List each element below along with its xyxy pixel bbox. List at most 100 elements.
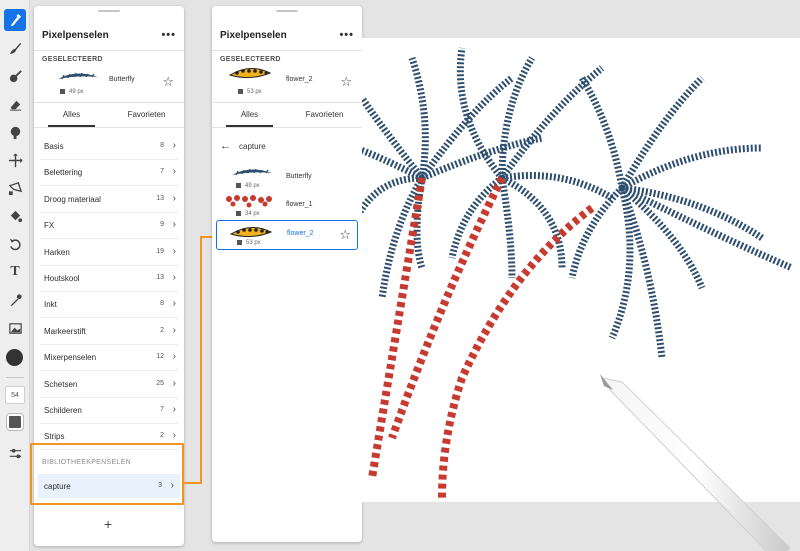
chevron-right-icon: › (172, 351, 176, 363)
color-circle[interactable] (6, 349, 23, 366)
favorite-star-icon[interactable]: ☆ (339, 227, 351, 243)
category-item[interactable]: Markeerstift 2 › (40, 319, 178, 345)
category-item[interactable]: Inkt 8 › (40, 292, 178, 319)
butterfly-brush-preview (58, 72, 98, 80)
palm-tree-artwork (362, 47, 794, 499)
fill-icon[interactable] (4, 205, 26, 227)
brush-name: flower_1 (286, 201, 313, 208)
tab-alles[interactable]: Alles (212, 103, 287, 127)
paint-brush-icon[interactable] (4, 37, 26, 59)
divider (34, 50, 184, 51)
lasso-icon[interactable] (4, 177, 26, 199)
chevron-right-icon: › (172, 140, 176, 151)
selected-brush-size: 53 px (238, 89, 262, 95)
category-label: Schetsen (44, 379, 78, 389)
category-item[interactable]: Droog materiaal 13 › (40, 187, 178, 213)
more-options-icon[interactable]: ••• (339, 29, 354, 41)
smudge-icon[interactable] (4, 121, 26, 143)
selected-brush-name: flower_2 (286, 76, 313, 83)
chevron-right-icon: › (172, 245, 176, 257)
selected-brush-size: 49 px (60, 89, 84, 95)
brush-size-field[interactable]: 54 (5, 386, 25, 404)
panel-grip[interactable] (98, 10, 120, 12)
text-icon[interactable]: T (4, 261, 26, 283)
chevron-right-icon: › (172, 298, 176, 310)
tab-alles[interactable]: Alles (34, 103, 109, 127)
category-label: Mixerpenselen (44, 353, 97, 363)
brush-item-flower1[interactable]: flower_1 34 px (216, 192, 358, 220)
library-highlight-box (30, 443, 184, 505)
add-brush-icon[interactable]: + (104, 516, 112, 532)
category-title: capture (239, 141, 266, 151)
butterfly-brush-preview (232, 168, 272, 176)
category-count: 2 (160, 326, 164, 334)
brush-size: 34 px (236, 211, 260, 217)
category-count: 13 (156, 194, 164, 202)
category-label: Belettering (44, 168, 83, 178)
selected-brush[interactable]: 53 px flower_2 ☆ (212, 58, 362, 98)
category-label: Droog materiaal (44, 194, 101, 204)
category-item[interactable]: Houtskool 13 › (40, 266, 178, 292)
blend-icon[interactable] (4, 65, 26, 87)
image-icon[interactable] (4, 317, 26, 339)
brush-settings-icon[interactable] (4, 442, 26, 464)
flower2-brush-preview (229, 227, 273, 238)
panel-title: Pixelpenselen (42, 29, 109, 41)
divider (34, 127, 184, 128)
back-to-category[interactable]: ← capture (220, 139, 266, 153)
category-item[interactable]: Harken 19 › (40, 240, 178, 266)
category-item[interactable]: FX 9 › (40, 213, 178, 240)
brush-panel-library: Pixelpenselen ••• GESELECTEERD 53 px flo… (212, 6, 362, 542)
selected-brush[interactable]: 49 px Butterfly ☆ (34, 58, 184, 98)
category-count: 8 (160, 142, 164, 149)
chevron-right-icon: › (172, 219, 176, 231)
arrow-left-icon: ← (220, 140, 231, 152)
category-count: 9 (160, 221, 164, 229)
category-count: 13 (156, 274, 164, 281)
category-label: Basis (44, 142, 64, 151)
move-icon[interactable] (4, 149, 26, 171)
chevron-right-icon: › (172, 192, 176, 204)
category-count: 25 (156, 379, 164, 387)
category-label: Inkt (44, 300, 57, 310)
category-item[interactable]: Mixerpenselen 12 › (40, 345, 178, 372)
brush-active-icon[interactable] (4, 9, 26, 31)
favorite-star-icon[interactable]: ☆ (340, 74, 352, 90)
brush-tabs: Alles Favorieten (34, 103, 184, 127)
selected-brush-name: Butterfly (109, 76, 135, 83)
panel-header: Pixelpenselen ••• (220, 26, 354, 44)
drawing-canvas[interactable] (362, 38, 800, 502)
tab-favorieten[interactable]: Favorieten (287, 103, 362, 127)
brush-item-butterfly[interactable]: Butterfly 49 px (216, 164, 358, 192)
category-label: Schilderen (44, 406, 82, 415)
chevron-right-icon: › (172, 377, 176, 389)
color-swatch[interactable] (7, 414, 23, 430)
flower2-brush-preview (228, 68, 272, 79)
divider (212, 50, 362, 51)
tab-favorieten[interactable]: Favorieten (109, 103, 184, 127)
category-count: 8 (160, 300, 164, 308)
category-count: 7 (160, 168, 164, 176)
panel-title: Pixelpenselen (220, 29, 287, 41)
undo-history-icon[interactable] (4, 233, 26, 255)
brush-item-flower2[interactable]: flower_2 53 px ☆ (216, 220, 358, 250)
brush-size: 49 px (236, 183, 260, 189)
brush-size: 53 px (237, 240, 261, 246)
category-item[interactable]: Belettering 7 › (40, 160, 178, 187)
category-count: 19 (156, 247, 164, 255)
eyedropper-icon[interactable] (4, 289, 26, 311)
chevron-right-icon: › (172, 272, 176, 283)
category-label: FX (44, 221, 55, 231)
brush-tabs: Alles Favorieten (212, 103, 362, 127)
eraser-icon[interactable] (4, 93, 26, 115)
more-options-icon[interactable]: ••• (161, 29, 176, 41)
category-item[interactable]: Schetsen 25 › (40, 372, 178, 398)
category-count: 12 (156, 353, 164, 361)
brush-name: Butterfly (286, 173, 312, 180)
flower1-brush-preview (226, 195, 272, 208)
favorite-star-icon[interactable]: ☆ (162, 74, 174, 90)
category-item[interactable]: Schilderen 7 › (40, 398, 178, 424)
toolbar: T 54 (0, 0, 30, 551)
panel-grip[interactable] (276, 10, 298, 12)
category-item[interactable]: Basis 8 › (40, 134, 178, 160)
